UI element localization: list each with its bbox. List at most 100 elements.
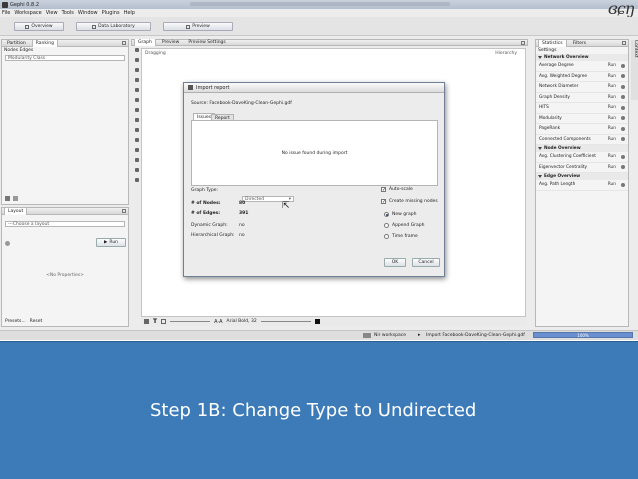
menu-view[interactable]: View <box>46 10 58 16</box>
cancel-button[interactable]: Cancel <box>412 258 440 267</box>
create-missing-nodes-option[interactable]: ✓ Create missing nodes <box>381 197 438 206</box>
layout-run-button[interactable]: ▶ Run <box>96 238 126 247</box>
stat-row: Eigenvector Centrality Run <box>536 163 628 173</box>
ok-button[interactable]: OK <box>384 258 406 267</box>
text-tool-icon[interactable]: T <box>153 318 157 325</box>
camera-icon[interactable] <box>144 319 149 324</box>
settings-button[interactable]: Settings <box>536 47 628 54</box>
list-icon[interactable] <box>13 196 18 201</box>
select-tool-icon[interactable] <box>134 48 139 52</box>
run-button[interactable]: Run <box>608 137 616 142</box>
chart-icon[interactable] <box>5 196 10 201</box>
time-frame-radio[interactable]: Time frame <box>384 232 418 241</box>
checkbox-checked-icon[interactable]: ✓ <box>381 187 386 193</box>
info-icon[interactable] <box>621 63 625 68</box>
minimize-icon[interactable] <box>622 41 626 45</box>
context-side-tab[interactable]: Context <box>631 40 638 100</box>
size-tool-icon[interactable] <box>134 98 139 102</box>
info-icon[interactable] <box>621 95 625 100</box>
run-button[interactable]: Run <box>608 154 616 159</box>
layout-select[interactable]: ---Choose a layout <box>5 221 125 227</box>
brush-icon[interactable] <box>134 88 139 92</box>
edge-pencil-icon[interactable] <box>134 118 139 122</box>
rect-select-icon[interactable] <box>134 58 139 62</box>
menu-file[interactable]: File <box>2 10 10 16</box>
presets-button[interactable]: Presets... <box>5 319 26 324</box>
tab-layout[interactable]: Layout <box>4 207 28 215</box>
drag-tool-icon[interactable] <box>134 68 139 72</box>
shortest-path-icon[interactable] <box>134 128 139 132</box>
label-size-slider[interactable] <box>260 321 311 322</box>
info-icon[interactable] <box>621 74 625 79</box>
checkbox-checked-icon[interactable]: ✓ <box>381 199 386 205</box>
play-icon: ▶ <box>103 240 108 245</box>
node-overview-header[interactable]: Node Overview <box>536 145 628 152</box>
info-icon[interactable] <box>621 126 625 131</box>
run-button[interactable]: Run <box>608 116 616 121</box>
color-swatch-icon[interactable] <box>314 319 320 324</box>
radio-icon[interactable] <box>384 223 389 228</box>
info-icon[interactable] <box>621 84 625 89</box>
statistics-panel-header: Statistics Filters <box>536 39 628 47</box>
run-button[interactable]: Run <box>608 165 616 170</box>
menu-workspace[interactable]: Workspace <box>14 10 41 16</box>
hierarchy-label: Hierarchy <box>495 51 517 56</box>
font-size-icon[interactable]: A·A <box>214 319 222 325</box>
run-button[interactable]: Run <box>608 182 616 187</box>
tab-partition[interactable]: Partition <box>4 40 29 47</box>
preview-button[interactable]: Preview <box>163 22 233 31</box>
pencil-icon[interactable] <box>134 78 139 82</box>
info-icon[interactable] <box>621 105 625 110</box>
radio-selected-icon[interactable] <box>384 212 389 217</box>
run-button[interactable]: Run <box>608 105 616 110</box>
next-arrow-icon[interactable]: ▸ <box>418 332 421 338</box>
info-icon[interactable] <box>621 182 625 187</box>
reset-button[interactable]: Reset <box>30 319 43 324</box>
edge-icon[interactable] <box>161 319 167 324</box>
menu-help[interactable]: Help <box>124 10 135 16</box>
run-button[interactable]: Run <box>608 95 616 100</box>
info-icon[interactable] <box>621 154 625 159</box>
heatmap-icon[interactable] <box>134 138 139 142</box>
help-icon[interactable] <box>5 241 10 246</box>
window-controls-icon[interactable] <box>521 41 525 45</box>
workspace-label[interactable]: Nir workspace <box>374 333 406 338</box>
font-label[interactable]: Arial Bold, 32 <box>227 319 257 324</box>
edge-overview-header[interactable]: Edge Overview <box>536 173 628 180</box>
menu-plugins[interactable]: Plugins <box>102 10 120 16</box>
center-icon[interactable] <box>134 168 139 172</box>
tab-statistics[interactable]: Statistics <box>538 39 567 47</box>
tab-preview[interactable]: Preview <box>159 39 183 46</box>
menu-window[interactable]: Window <box>78 10 98 16</box>
grid-icon[interactable] <box>134 148 139 152</box>
partition-attribute-select[interactable]: Modularity Class <box>5 55 125 61</box>
size-slider[interactable] <box>170 321 211 322</box>
new-graph-radio[interactable]: New graph <box>384 210 416 219</box>
data-laboratory-button[interactable]: Data Laboratory <box>76 22 151 31</box>
info-icon[interactable] <box>621 165 625 170</box>
run-button[interactable]: Run <box>608 63 616 68</box>
auto-scale-option[interactable]: ✓ Auto-scale <box>381 185 413 194</box>
tab-ranking[interactable]: Ranking <box>31 39 58 47</box>
run-button[interactable]: Run <box>608 126 616 131</box>
reset-colors-icon[interactable] <box>134 158 139 162</box>
minimize-icon[interactable] <box>122 209 126 213</box>
run-button[interactable]: Run <box>608 84 616 89</box>
radio-icon[interactable] <box>384 234 389 239</box>
graph-tools-sidebar <box>133 48 140 328</box>
network-overview-header[interactable]: Network Overview <box>536 54 628 61</box>
run-button[interactable]: Run <box>608 74 616 79</box>
minimize-icon[interactable] <box>122 41 126 45</box>
layout-panel-header: Layout <box>2 207 128 215</box>
nodes-edges-tabs[interactable]: Nodes Edges <box>2 47 128 54</box>
append-graph-radio[interactable]: Append Graph <box>384 221 425 230</box>
tab-preview-settings[interactable]: Preview Settings <box>185 39 228 46</box>
zoom-icon[interactable] <box>134 178 139 182</box>
overview-button[interactable]: Overview <box>14 22 64 31</box>
menu-tools[interactable]: Tools <box>62 10 74 16</box>
tab-graph[interactable]: Graph <box>134 39 156 46</box>
info-icon[interactable] <box>621 137 625 142</box>
tab-filters[interactable]: Filters <box>570 40 590 47</box>
painter-icon[interactable] <box>134 108 139 112</box>
info-icon[interactable] <box>621 116 625 121</box>
